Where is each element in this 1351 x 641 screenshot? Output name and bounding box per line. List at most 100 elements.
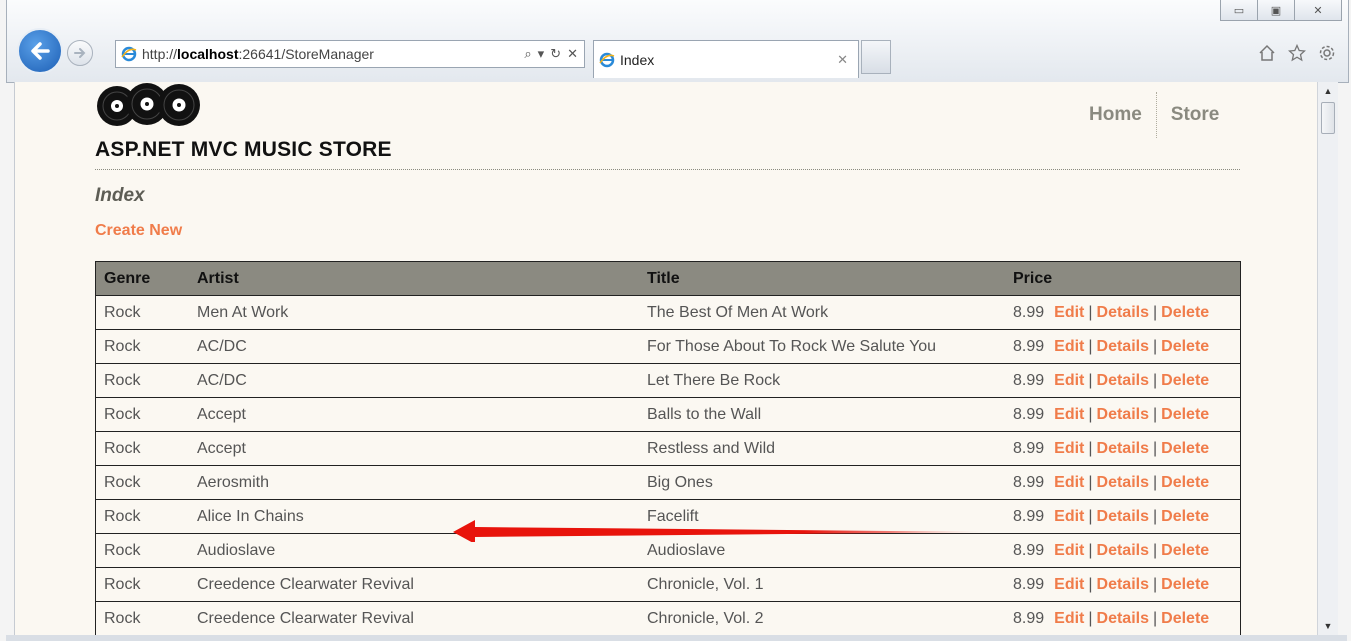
search-icon[interactable]: ⌕ [524, 46, 531, 62]
scroll-down-arrow-icon[interactable]: ▼ [1318, 617, 1338, 635]
stop-icon[interactable]: ✕ [567, 46, 578, 62]
details-link[interactable]: Details [1097, 576, 1149, 593]
action-separator: | [1152, 575, 1158, 593]
details-link[interactable]: Details [1097, 440, 1149, 457]
delete-link[interactable]: Delete [1161, 338, 1209, 355]
action-separator: | [1152, 541, 1158, 559]
cell-price-actions: 8.99 Edit | Details | Delete [1005, 499, 1241, 534]
scroll-up-arrow-icon[interactable]: ▲ [1318, 82, 1338, 100]
action-separator: | [1088, 337, 1093, 355]
edit-link[interactable]: Edit [1054, 304, 1084, 321]
details-link[interactable]: Details [1097, 406, 1149, 423]
cell-title: Big Ones [639, 465, 1005, 500]
edit-link[interactable]: Edit [1054, 576, 1084, 593]
delete-link[interactable]: Delete [1161, 508, 1209, 525]
action-separator: | [1152, 609, 1158, 627]
cell-price: 8.99 [1013, 473, 1045, 491]
cell-price-actions: 8.99 Edit | Details | Delete [1005, 363, 1241, 398]
cell-artist: Accept [189, 431, 639, 466]
delete-link[interactable]: Delete [1161, 610, 1209, 627]
edit-link[interactable]: Edit [1054, 372, 1084, 389]
cell-genre: Rock [95, 465, 189, 500]
main-nav: Home Store [1075, 92, 1233, 138]
delete-link[interactable]: Delete [1161, 440, 1209, 457]
cell-artist: Men At Work [189, 295, 639, 330]
action-separator: | [1088, 439, 1093, 457]
action-separator: | [1088, 541, 1093, 559]
action-separator: | [1152, 371, 1158, 389]
cell-price-actions: 8.99 Edit | Details | Delete [1005, 397, 1241, 432]
cell-artist: Aerosmith [189, 465, 639, 500]
cell-genre: Rock [95, 601, 189, 635]
table-row: Rock Accept Restless and Wild 8.99 Edit | Deta… [95, 431, 1241, 466]
edit-link[interactable]: Edit [1054, 610, 1084, 627]
refresh-icon[interactable]: ↻ [550, 46, 561, 62]
cell-genre: Rock [95, 363, 189, 398]
delete-link[interactable]: Delete [1161, 372, 1209, 389]
window-buttons: ▭ ▣ ✕ [1220, 0, 1342, 21]
nav-home-link[interactable]: Home [1075, 92, 1156, 138]
scroll-thumb[interactable] [1321, 102, 1335, 134]
home-icon[interactable] [1258, 44, 1276, 62]
delete-link[interactable]: Delete [1161, 406, 1209, 423]
url-host: localhost [177, 46, 239, 62]
close-button[interactable]: ✕ [1295, 0, 1342, 21]
column-header-title: Title [639, 261, 1005, 296]
table-row: Rock Creedence Clearwater Revival Chronicl… [95, 567, 1241, 602]
cell-genre: Rock [95, 329, 189, 364]
dropdown-icon[interactable]: ▾ [538, 46, 545, 62]
forward-button[interactable] [67, 40, 93, 66]
action-separator: | [1152, 507, 1158, 525]
create-new-link[interactable]: Create New [95, 222, 182, 240]
table-header-row: Genre Artist Title Price [95, 261, 1241, 296]
cell-price-actions: 8.99 Edit | Details | Delete [1005, 533, 1241, 568]
details-link[interactable]: Details [1097, 610, 1149, 627]
cell-genre: Rock [95, 295, 189, 330]
delete-link[interactable]: Delete [1161, 474, 1209, 491]
favorites-icon[interactable] [1288, 44, 1306, 62]
action-separator: | [1152, 439, 1158, 457]
edit-link[interactable]: Edit [1054, 542, 1084, 559]
delete-link[interactable]: Delete [1161, 304, 1209, 321]
cell-title: For Those About To Rock We Salute You [639, 329, 1005, 364]
cell-title: Balls to the Wall [639, 397, 1005, 432]
nav-store-link[interactable]: Store [1157, 92, 1234, 138]
details-link[interactable]: Details [1097, 304, 1149, 321]
edit-link[interactable]: Edit [1054, 440, 1084, 457]
edit-link[interactable]: Edit [1054, 474, 1084, 491]
cell-genre: Rock [95, 397, 189, 432]
details-link[interactable]: Details [1097, 372, 1149, 389]
page-title: Index [95, 185, 145, 206]
action-separator: | [1088, 371, 1093, 389]
new-tab-button[interactable] [861, 40, 891, 74]
vertical-scrollbar[interactable]: ▲ ▼ [1317, 82, 1338, 635]
edit-link[interactable]: Edit [1054, 508, 1084, 525]
tab-index[interactable]: Index ✕ [593, 40, 859, 78]
cell-price-actions: 8.99 Edit | Details | Delete [1005, 601, 1241, 635]
maximize-button[interactable]: ▣ [1258, 0, 1295, 21]
details-link[interactable]: Details [1097, 474, 1149, 491]
cell-genre: Rock [95, 499, 189, 534]
tab-title: Index [620, 51, 655, 68]
cell-genre: Rock [95, 567, 189, 602]
settings-icon[interactable] [1318, 44, 1336, 62]
minimize-button[interactable]: ▭ [1220, 0, 1258, 21]
back-button[interactable] [17, 28, 63, 74]
action-separator: | [1152, 303, 1158, 321]
cell-price: 8.99 [1013, 337, 1045, 355]
tab-close-icon[interactable]: ✕ [837, 52, 848, 68]
details-link[interactable]: Details [1097, 508, 1149, 525]
cell-price-actions: 8.99 Edit | Details | Delete [1005, 465, 1241, 500]
details-link[interactable]: Details [1097, 338, 1149, 355]
albums-table: Genre Artist Title Price Rock Men At Work… [95, 261, 1241, 635]
vinyl-records-logo [97, 83, 200, 126]
details-link[interactable]: Details [1097, 542, 1149, 559]
site-title: ASP.NET MVC MUSIC STORE [95, 138, 392, 161]
delete-link[interactable]: Delete [1161, 576, 1209, 593]
delete-link[interactable]: Delete [1161, 542, 1209, 559]
edit-link[interactable]: Edit [1054, 338, 1084, 355]
address-bar[interactable]: http://localhost:26641/StoreManager ⌕ ▾ … [115, 40, 585, 68]
cell-price: 8.99 [1013, 303, 1045, 321]
edit-link[interactable]: Edit [1054, 406, 1084, 423]
column-header-genre: Genre [95, 261, 189, 296]
